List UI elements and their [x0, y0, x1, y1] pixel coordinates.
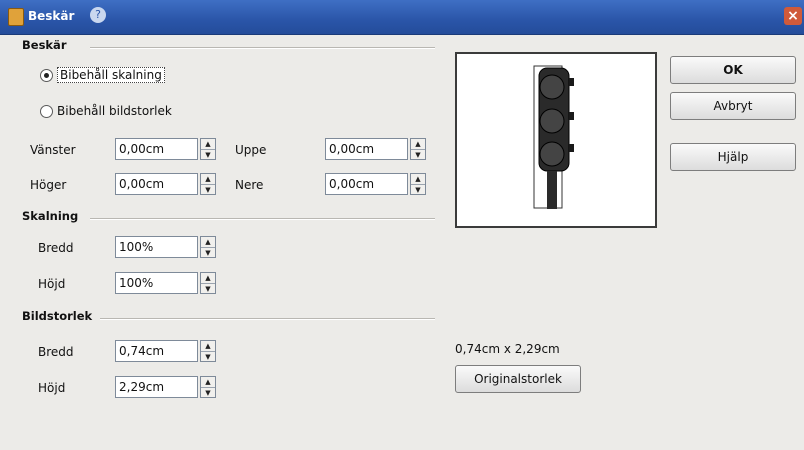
up-arrow-icon[interactable]: ▲: [201, 237, 215, 247]
keep-size-radio[interactable]: Bibehåll bildstorlek: [40, 104, 172, 118]
scale-divider: [90, 218, 435, 220]
up-arrow-icon[interactable]: ▲: [201, 377, 215, 387]
ok-button[interactable]: OK: [670, 56, 796, 84]
top-stepper[interactable]: ▲ ▼: [410, 138, 426, 160]
bottom-input[interactable]: 0,00cm: [325, 173, 408, 195]
image-height-spinbox[interactable]: 2,29cm ▲ ▼: [115, 376, 216, 398]
radio-unselected-icon: [40, 104, 53, 118]
keep-scale-radio[interactable]: Bibehåll skalning: [40, 67, 165, 83]
image-width-input[interactable]: 0,74cm: [115, 340, 198, 362]
help-button[interactable]: Hjälp: [670, 143, 796, 171]
crop-heading: Beskär: [22, 38, 67, 52]
up-arrow-icon[interactable]: ▲: [411, 139, 425, 149]
top-input[interactable]: 0,00cm: [325, 138, 408, 160]
help-icon[interactable]: ?: [90, 7, 106, 23]
down-arrow-icon[interactable]: ▼: [201, 184, 215, 195]
right-input[interactable]: 0,00cm: [115, 173, 198, 195]
down-arrow-icon[interactable]: ▼: [201, 351, 215, 362]
traffic-light-image: [533, 65, 574, 209]
keep-scale-label: Bibehåll skalning: [57, 67, 165, 83]
up-arrow-icon[interactable]: ▲: [201, 341, 215, 351]
image-height-input[interactable]: 2,29cm: [115, 376, 198, 398]
scale-height-stepper[interactable]: ▲ ▼: [200, 272, 216, 294]
right-stepper[interactable]: ▲ ▼: [200, 173, 216, 195]
cancel-button[interactable]: Avbryt: [670, 92, 796, 120]
keep-size-label: Bibehåll bildstorlek: [57, 104, 172, 118]
down-arrow-icon[interactable]: ▼: [411, 149, 425, 160]
scale-width-label: Bredd: [38, 241, 74, 255]
left-input[interactable]: 0,00cm: [115, 138, 198, 160]
down-arrow-icon[interactable]: ▼: [201, 283, 215, 294]
up-arrow-icon[interactable]: ▲: [201, 174, 215, 184]
crop-divider: [90, 47, 435, 49]
window-title: Beskär: [28, 9, 75, 23]
top-spinbox[interactable]: 0,00cm ▲ ▼: [325, 138, 426, 160]
left-spinbox[interactable]: 0,00cm ▲ ▼: [115, 138, 216, 160]
scale-height-input[interactable]: 100%: [115, 272, 198, 294]
left-stepper[interactable]: ▲ ▼: [200, 138, 216, 160]
original-size-button[interactable]: Originalstorlek: [455, 365, 581, 393]
image-width-stepper[interactable]: ▲ ▼: [200, 340, 216, 362]
image-dimensions: 0,74cm x 2,29cm: [455, 342, 560, 356]
image-height-stepper[interactable]: ▲ ▼: [200, 376, 216, 398]
bottom-stepper[interactable]: ▲ ▼: [410, 173, 426, 195]
left-label: Vänster: [30, 143, 76, 157]
right-spinbox[interactable]: 0,00cm ▲ ▼: [115, 173, 216, 195]
bottom-spinbox[interactable]: 0,00cm ▲ ▼: [325, 173, 426, 195]
up-arrow-icon[interactable]: ▲: [201, 139, 215, 149]
down-arrow-icon[interactable]: ▼: [201, 387, 215, 398]
down-arrow-icon[interactable]: ▼: [411, 184, 425, 195]
scale-width-stepper[interactable]: ▲ ▼: [200, 236, 216, 258]
scale-width-spinbox[interactable]: 100% ▲ ▼: [115, 236, 216, 258]
down-arrow-icon[interactable]: ▼: [201, 247, 215, 258]
scale-width-input[interactable]: 100%: [115, 236, 198, 258]
top-label: Uppe: [235, 143, 267, 157]
scale-height-spinbox[interactable]: 100% ▲ ▼: [115, 272, 216, 294]
bottom-label: Nere: [235, 178, 264, 192]
image-preview: [455, 52, 657, 228]
right-label: Höger: [30, 178, 67, 192]
image-size-heading: Bildstorlek: [22, 309, 93, 323]
image-height-label: Höjd: [38, 381, 66, 395]
radio-selected-icon: [40, 68, 53, 82]
image-width-label: Bredd: [38, 345, 74, 359]
image-width-spinbox[interactable]: 0,74cm ▲ ▼: [115, 340, 216, 362]
title-bar: Beskär ? ×: [0, 0, 804, 35]
close-icon[interactable]: ×: [784, 7, 802, 25]
up-arrow-icon[interactable]: ▲: [201, 273, 215, 283]
image-size-divider: [100, 318, 435, 320]
scale-heading: Skalning: [22, 209, 79, 223]
up-arrow-icon[interactable]: ▲: [411, 174, 425, 184]
scale-height-label: Höjd: [38, 277, 66, 291]
down-arrow-icon[interactable]: ▼: [201, 149, 215, 160]
app-icon: [8, 8, 24, 26]
